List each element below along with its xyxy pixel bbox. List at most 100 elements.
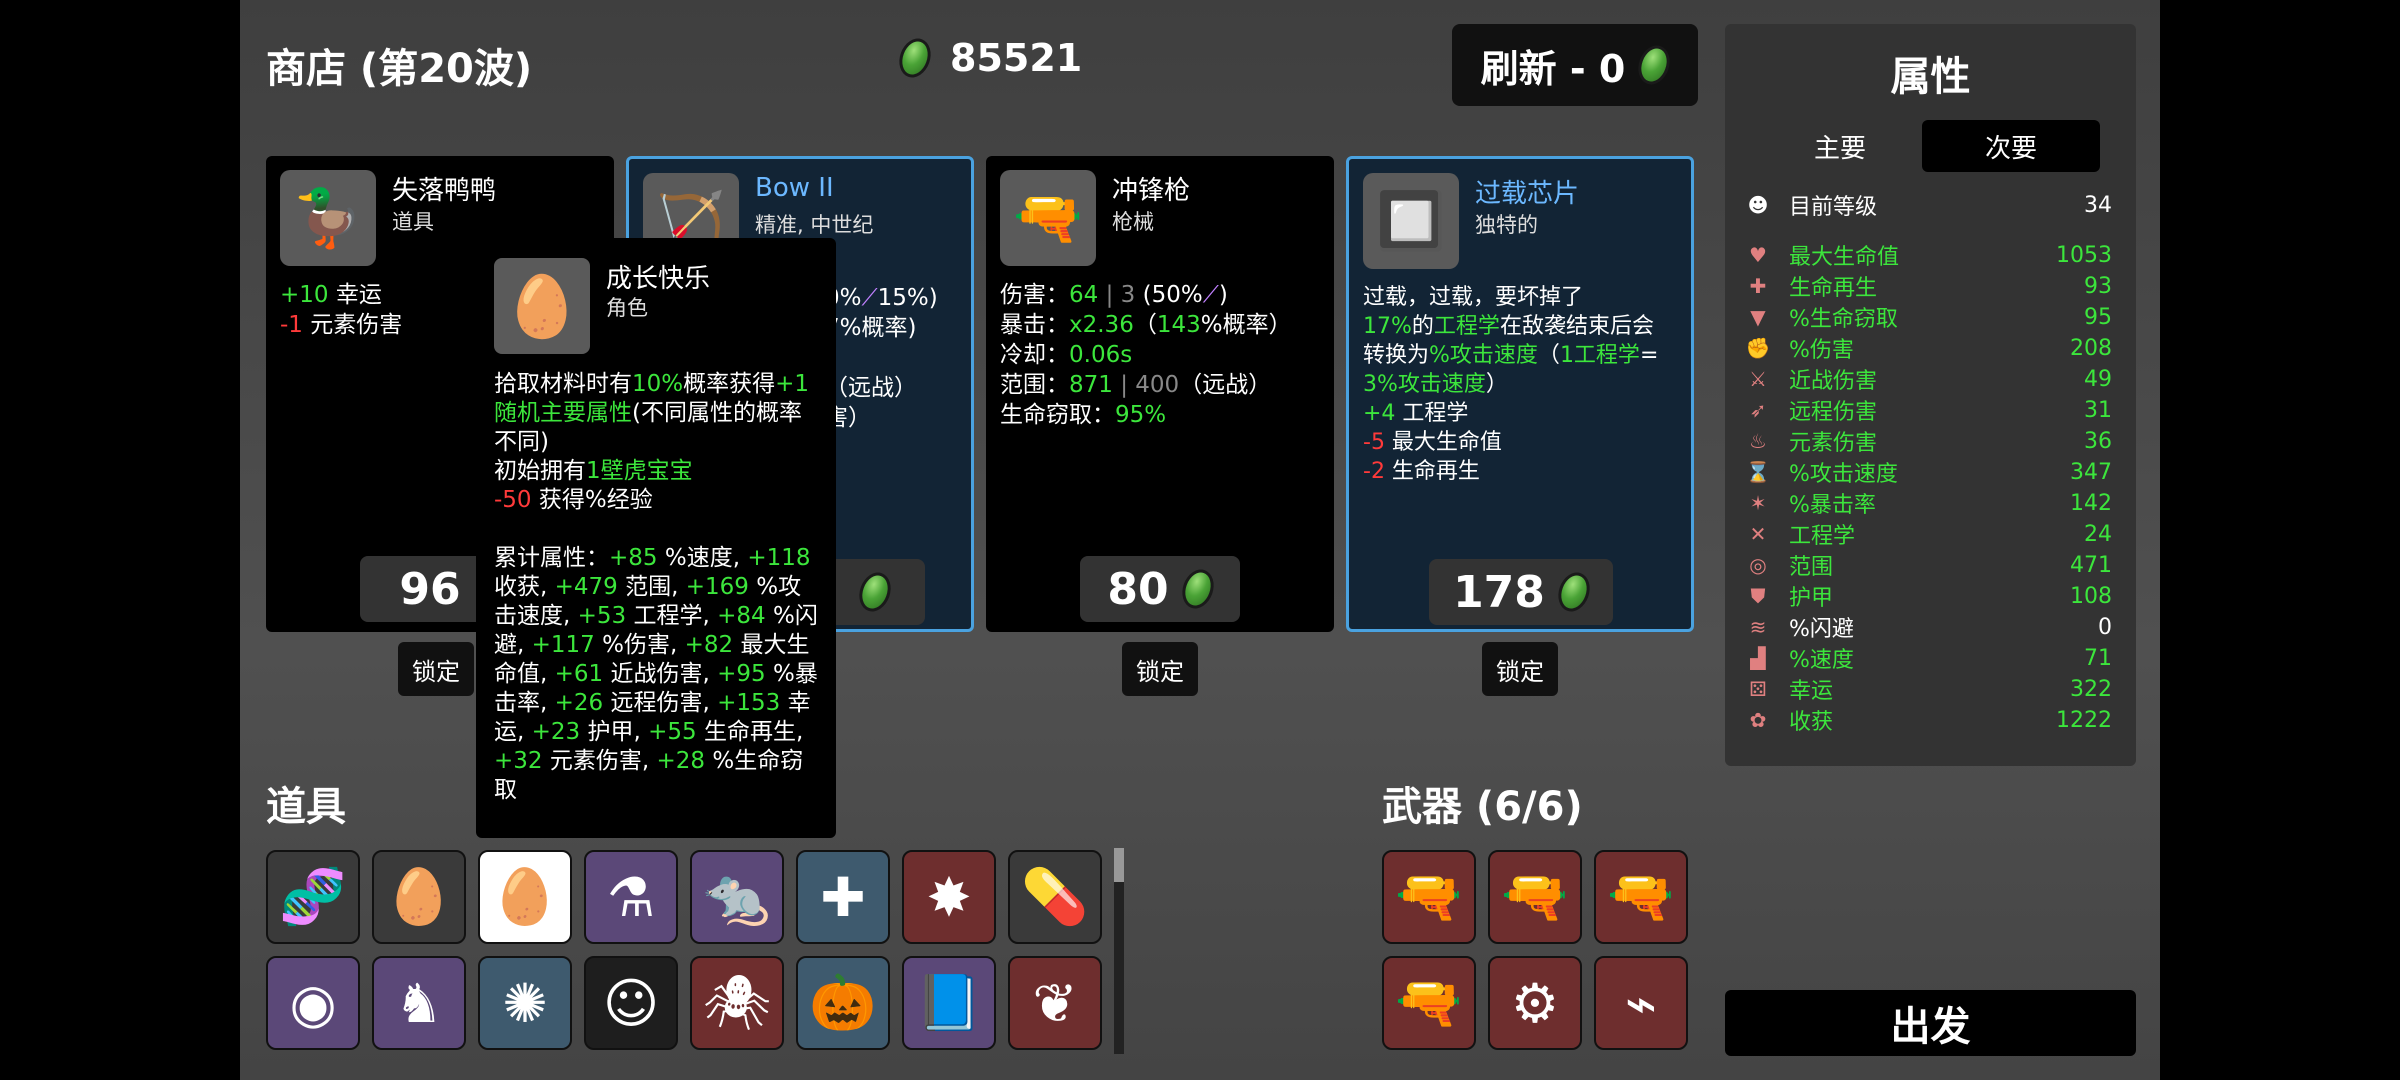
page-title: 商店 (第20波) — [266, 46, 533, 92]
stat-label: 生命窃取： — [1000, 402, 1115, 428]
egg-icon[interactable]: 🥚 — [372, 850, 466, 944]
card-name: Bow II — [755, 173, 834, 203]
stat-label: 最大生命值 — [1789, 245, 1900, 270]
card-type: 独特的 — [1475, 213, 1538, 237]
tab-primary[interactable]: 主要 — [1751, 120, 1929, 172]
cumulative-stats: 累计属性：+85 %速度, +118 收获, +479 范围, +169 %攻击… — [494, 544, 822, 805]
drone-icon[interactable]: ◉ — [266, 956, 360, 1050]
cum-value: +32 — [494, 748, 543, 774]
stat-label: 幸运 — [328, 282, 382, 308]
wrench-icon: ✕ — [1749, 522, 1767, 546]
laser-gun-icon[interactable]: ⌁ — [1594, 956, 1688, 1050]
muscle-icon: ✊ — [1745, 336, 1771, 360]
stat-label: %攻击速度 — [1789, 462, 1898, 487]
shop-card-4[interactable]: 🔲 过载芯片 独特的 过载，过载，要坏掉了 17%的工程学在敌袭结束后会 转换为… — [1346, 156, 1694, 632]
cum-stat: 收获, — [494, 574, 555, 600]
stat-label: 幸运 — [1789, 679, 1834, 704]
buy-button[interactable]: 80 — [1080, 556, 1240, 622]
card-type: 枪械 — [1112, 210, 1154, 234]
refresh-label: 刷新 - 0 — [1480, 46, 1626, 91]
stat-value: 1222 — [2056, 707, 2112, 733]
cum-stat: 工程学, — [626, 603, 718, 629]
card-type: 精准, 中世纪 — [755, 213, 874, 237]
cum-label: 累计属性： — [494, 545, 609, 571]
material-icon — [1552, 568, 1595, 616]
bullet-explosion-icon[interactable]: ✸ — [902, 850, 996, 944]
stat-value: 31 — [2084, 397, 2112, 423]
cum-value: +55 — [648, 719, 697, 745]
sword-icon: ⚔ — [1749, 367, 1767, 391]
stat-value: 95 — [2084, 304, 2112, 330]
stat-value: 64 — [1069, 282, 1099, 308]
smg-icon: 🔫 — [1000, 170, 1096, 266]
stat-text: （ — [1133, 312, 1157, 338]
smg-icon[interactable]: 🔫 — [1488, 850, 1582, 944]
material-counter: 85521 — [894, 34, 1082, 82]
cum-value: +479 — [554, 574, 618, 600]
leaf-icon[interactable]: ❦ — [1008, 956, 1102, 1050]
egg-face-icon: 🥚 — [494, 258, 590, 354]
dna-icon[interactable]: 🧬 — [266, 850, 360, 944]
stat-value: 24 — [2084, 521, 2112, 547]
material-icon — [894, 34, 936, 82]
stats-title: 属性 — [1890, 54, 1971, 100]
boot-icon: ▟ — [1750, 646, 1766, 670]
medic-robot-icon[interactable]: ✚ — [796, 850, 890, 944]
items-scrollbar-thumb[interactable] — [1114, 848, 1124, 882]
lock-button[interactable]: 锁定 — [398, 642, 474, 696]
smg-icon[interactable]: 🔫 — [1382, 850, 1476, 944]
spider-icon[interactable]: 🕷 — [690, 956, 784, 1050]
tooltip-type: 角色 — [606, 296, 648, 320]
egg-face-icon[interactable]: 🥚 — [478, 850, 572, 944]
card-name: 过载芯片 — [1475, 179, 1580, 209]
lock-button[interactable]: 锁定 — [1482, 642, 1558, 696]
stat-label: 伤害： — [1000, 282, 1069, 308]
tab-secondary[interactable]: 次要 — [1922, 120, 2100, 172]
stat-label: 冷却： — [1000, 342, 1069, 368]
minigun-icon[interactable]: ⚙ — [1488, 956, 1582, 1050]
potion-icon[interactable]: ⚗ — [584, 850, 678, 944]
shop-card-3[interactable]: 🔫 冲锋枪 枪械 伤害：64 | 3 (50%⟋) 暴击：x2.36（143%概… — [986, 156, 1334, 632]
desc-stat: %攻击速度 — [1429, 343, 1538, 368]
depart-button[interactable]: 出发 — [1725, 990, 2136, 1056]
buy-button[interactable]: 178 — [1429, 559, 1613, 625]
tooltip-name: 成长快乐 — [606, 264, 711, 294]
desc-text: 的 — [1411, 314, 1434, 339]
pumpkin-icon[interactable]: 🎃 — [796, 956, 890, 1050]
lock-button[interactable]: 锁定 — [1122, 642, 1198, 696]
smg-icon[interactable]: 🔫 — [1594, 850, 1688, 944]
gargoyle-icon[interactable]: ♞ — [372, 956, 466, 1050]
troll-face-icon[interactable]: ☺ — [584, 956, 678, 1050]
stat-text: （远战） — [1179, 372, 1272, 398]
refresh-button[interactable]: 刷新 - 0 — [1452, 24, 1698, 106]
stat-value: 93 — [2084, 273, 2112, 299]
stat-label: 近战伤害 — [1789, 369, 1878, 394]
stat-row: ✿ 收获 1222 — [1743, 705, 2112, 736]
turret-beetle-icon[interactable]: ✺ — [478, 956, 572, 1050]
pill-icon[interactable]: 💊 — [1008, 850, 1102, 944]
stat-value: 871 — [1069, 372, 1113, 398]
level-icon: ☻ — [1747, 193, 1769, 217]
stat-value: 0.06s — [1069, 342, 1133, 368]
cum-value: +26 — [554, 690, 604, 716]
buy-button[interactable] — [825, 559, 925, 625]
stat-row: ♥ 最大生命值 1053 — [1743, 240, 2112, 271]
desc-stat: 工程学 — [1433, 314, 1500, 339]
stat-label: 范围： — [1000, 372, 1069, 398]
heart-plus-icon: ✚ — [1749, 274, 1767, 298]
stat-value: 347 — [2070, 459, 2112, 485]
cum-stat: 护甲, — [580, 719, 649, 745]
stat-value: 49 — [2084, 366, 2112, 392]
stat-value: x2.36 — [1069, 312, 1134, 338]
stat-label: %生命窃取 — [1789, 307, 1898, 332]
price: 178 — [1453, 566, 1545, 618]
magic-book-icon[interactable]: 📘 — [902, 956, 996, 1050]
smg-icon[interactable]: 🔫 — [1382, 956, 1476, 1050]
desc-text: 初始拥有 — [494, 458, 586, 484]
rat-icon[interactable]: 🐀 — [690, 850, 784, 944]
items-title: 道具 — [266, 784, 346, 830]
stat-label: %暴击率 — [1789, 493, 1876, 518]
stat-value: 208 — [2070, 335, 2112, 361]
stat-value: 143 — [1156, 312, 1201, 338]
stat-label: %伤害 — [1789, 338, 1854, 363]
